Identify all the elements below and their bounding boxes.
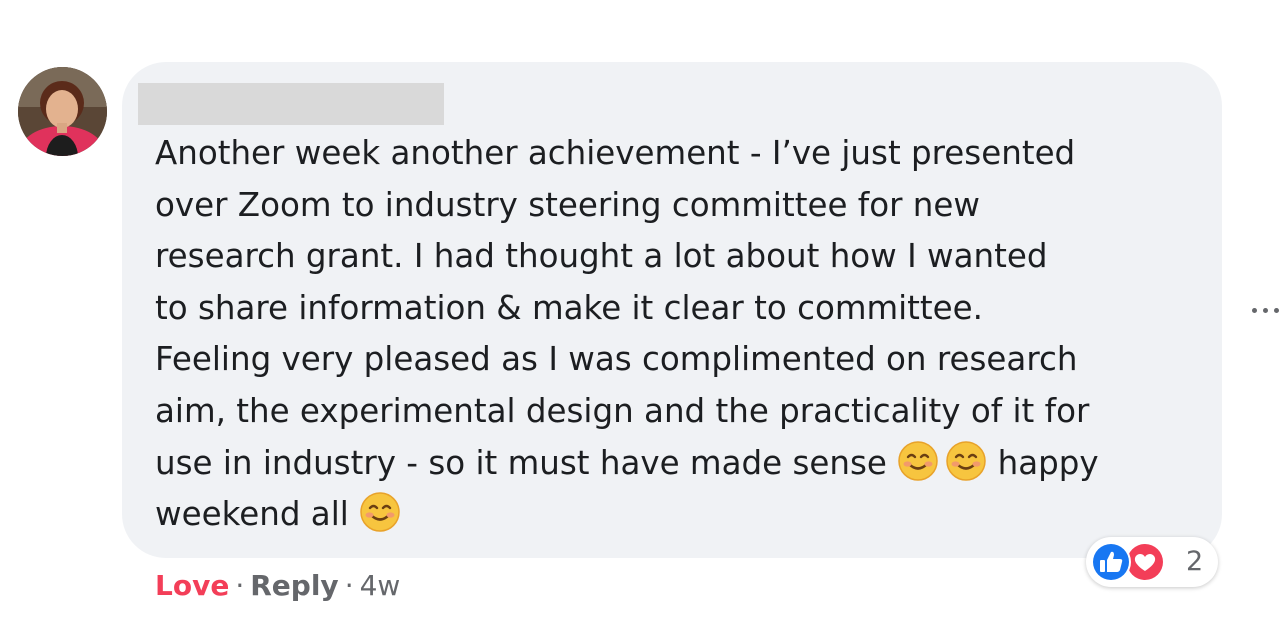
comment-line: to share information & make it clear to … [155, 288, 983, 327]
comment-line-text: use in industry - so it must have made s… [155, 443, 887, 482]
dot-icon [1252, 308, 1257, 313]
separator: · [344, 569, 354, 602]
comment-line: research grant. I had thought a lot abou… [155, 237, 1048, 276]
comment-text: Another week another achievement - I’ve … [155, 128, 1205, 541]
like-icon [1091, 542, 1131, 582]
dot-icon [1263, 308, 1268, 313]
reaction-count: 2 [1186, 546, 1204, 577]
love-button[interactable]: Love [155, 569, 229, 602]
commenter-name-redacted [138, 83, 444, 125]
reactions-summary[interactable]: 2 [1086, 537, 1218, 587]
comment-line-text: happy [997, 443, 1099, 482]
reply-button[interactable]: Reply [250, 569, 338, 602]
comment-line: use in industry - so it must have made s… [155, 438, 1205, 490]
separator: · [235, 569, 245, 602]
comment-line: Feeling very pleased as I was compliment… [155, 340, 1078, 379]
smiling-face-icon [946, 440, 986, 481]
more-options-button[interactable] [1252, 296, 1280, 324]
smiling-face-icon [360, 492, 400, 532]
comment-actions: Love · Reply · 4w [155, 567, 400, 605]
comment-line: Another week another achievement - I’ve … [155, 134, 1076, 172]
smiling-face-icon [898, 440, 938, 481]
comment-line: aim, the experimental design and the pra… [155, 391, 1090, 430]
comment-line: over Zoom to industry steering committee… [155, 185, 980, 224]
comment-timestamp[interactable]: 4w [360, 569, 401, 602]
comment-line-text: weekend all [155, 495, 349, 534]
commenter-avatar[interactable] [18, 67, 107, 156]
dot-icon [1274, 308, 1279, 313]
comment-line: weekend all [155, 489, 1205, 541]
